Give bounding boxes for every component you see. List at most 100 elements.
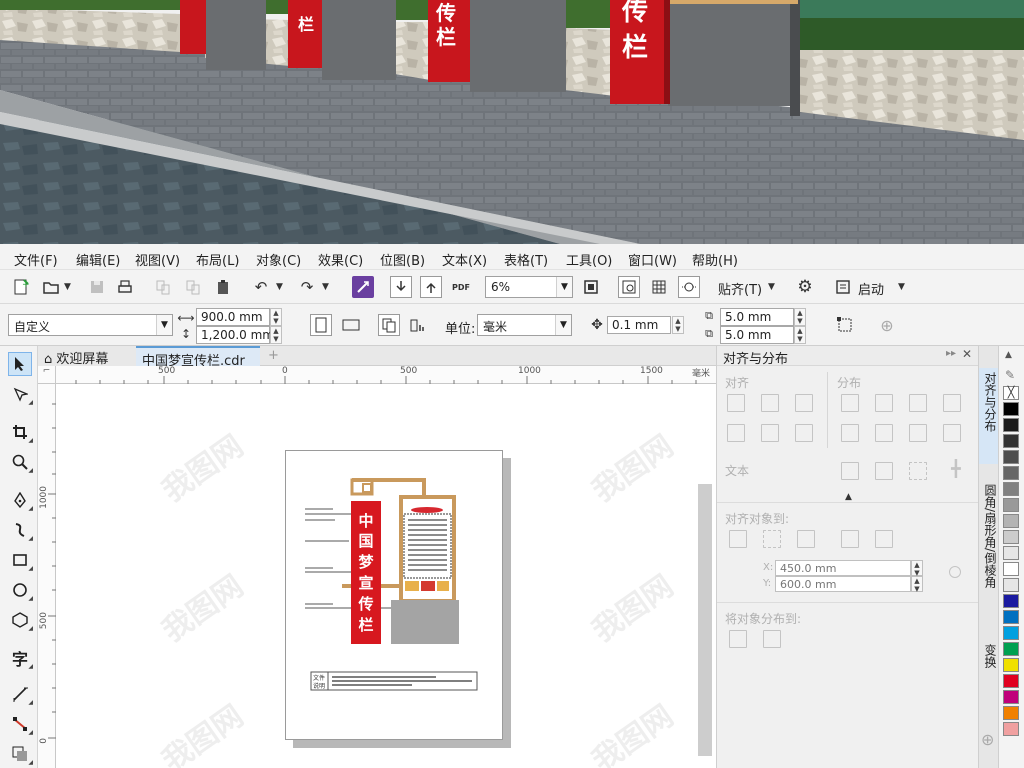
crop-tool-icon[interactable]: ◢: [8, 420, 33, 444]
menu-window[interactable]: 窗口(W): [628, 250, 677, 269]
side-tab-fillet[interactable]: 圆角/扇形角/倒棱角: [979, 480, 999, 630]
vertical-scrollbar[interactable]: [698, 484, 712, 756]
align-bottom-icon[interactable]: [795, 424, 813, 442]
color-swatch[interactable]: [1003, 626, 1019, 640]
color-swatch[interactable]: [1003, 658, 1019, 672]
color-swatch[interactable]: [1003, 594, 1019, 608]
distribute-center-h-icon[interactable]: [875, 394, 893, 412]
align-guide-icon[interactable]: ╋: [951, 461, 969, 480]
duplicate-x-spinner[interactable]: ▲ ▼: [794, 308, 806, 326]
color-swatch[interactable]: [1003, 434, 1019, 448]
units-combo[interactable]: 毫米 ▼: [477, 314, 572, 336]
palette-scroll-up-icon[interactable]: ▲: [1005, 350, 1012, 360]
align-top-icon[interactable]: [727, 424, 745, 442]
text-bounding-box-icon[interactable]: [909, 462, 927, 480]
color-swatch[interactable]: [1003, 610, 1019, 624]
align-to-grid-icon[interactable]: [841, 530, 859, 548]
drop-shadow-tool-icon[interactable]: ◢: [8, 742, 33, 766]
cut-icon[interactable]: [152, 276, 174, 298]
color-swatch[interactable]: [1003, 450, 1019, 464]
landscape-icon[interactable]: [340, 314, 362, 336]
no-fill-swatch[interactable]: ╳: [1003, 386, 1019, 400]
parallel-dimension-tool-icon[interactable]: ◢: [8, 682, 33, 706]
launch-dropdown-icon[interactable]: ▼: [898, 282, 905, 292]
page-width-spinner[interactable]: ▲ ▼: [270, 308, 282, 326]
menu-file[interactable]: 文件(F): [14, 250, 58, 269]
redo-icon[interactable]: ↷: [296, 276, 318, 298]
side-tab-align-distribute[interactable]: 对齐与分布: [979, 368, 999, 464]
polygon-tool-icon[interactable]: ◢: [8, 608, 33, 632]
paste-icon[interactable]: [212, 276, 234, 298]
menu-edit[interactable]: 编辑(E): [76, 250, 120, 269]
pick-tool-icon[interactable]: [8, 352, 32, 376]
launch-app-icon[interactable]: [832, 276, 854, 298]
align-left-icon[interactable]: [727, 394, 745, 412]
zoom-tool-icon[interactable]: ◢: [8, 450, 33, 474]
menu-object[interactable]: 对象(C): [256, 250, 301, 269]
all-pages-icon[interactable]: [378, 314, 400, 336]
distribute-center-v-icon[interactable]: [875, 424, 893, 442]
color-swatch[interactable]: [1003, 514, 1019, 528]
menu-table[interactable]: 表格(T): [504, 250, 548, 269]
print-icon[interactable]: [114, 276, 136, 298]
color-swatch[interactable]: [1003, 482, 1019, 496]
color-swatch[interactable]: [1003, 466, 1019, 480]
nudge-distance-field[interactable]: 0.1 mm: [607, 316, 671, 334]
options-gear-icon[interactable]: ⚙: [794, 276, 816, 298]
show-guidelines-icon[interactable]: [678, 276, 700, 298]
add-docker-icon[interactable]: ⊕: [981, 730, 994, 749]
show-grid-icon[interactable]: [648, 276, 670, 298]
docker-close-icon[interactable]: ✕: [962, 347, 972, 361]
text-last-baseline-icon[interactable]: [875, 462, 893, 480]
portrait-icon[interactable]: [310, 314, 332, 336]
duplicate-y-spinner[interactable]: ▲ ▼: [794, 326, 806, 344]
open-folder-icon[interactable]: [40, 276, 62, 298]
rectangle-tool-icon[interactable]: ◢: [8, 548, 33, 572]
export-icon[interactable]: [420, 276, 442, 298]
undo-dropdown-icon[interactable]: ▼: [276, 282, 283, 292]
color-swatch[interactable]: [1003, 642, 1019, 656]
docker-expand-icon[interactable]: ▸▸: [946, 348, 956, 359]
color-swatch[interactable]: [1003, 690, 1019, 704]
align-x-spinner[interactable]: ▲ ▼: [911, 560, 923, 577]
launch-label[interactable]: 启动: [858, 279, 884, 298]
pick-point-icon[interactable]: [949, 566, 961, 578]
side-tab-transform[interactable]: 变换: [979, 640, 999, 690]
nudge-spinner[interactable]: ▲ ▼: [672, 316, 684, 334]
align-to-point-icon[interactable]: [875, 530, 893, 548]
align-y-spinner[interactable]: ▲ ▼: [911, 576, 923, 593]
align-to-active-object-icon[interactable]: [729, 530, 747, 548]
publish-pdf-icon[interactable]: PDF: [450, 276, 472, 298]
page-width-field[interactable]: 900.0 mm: [196, 308, 270, 326]
drawing-canvas[interactable]: 我图网 我图网 我图网 我图网 我图网 我图网 中 国 梦 宣 传 栏 文件 说…: [56, 384, 716, 768]
vertical-ruler[interactable]: 1000 500 0: [38, 384, 56, 768]
tab-welcome-screen[interactable]: ⌂ 欢迎屏幕: [38, 346, 136, 367]
show-rulers-icon[interactable]: [618, 276, 640, 298]
collapse-section-icon[interactable]: ▲: [845, 492, 852, 502]
align-x-field[interactable]: 450.0 mm: [775, 560, 911, 576]
units-dropdown-icon[interactable]: ▼: [555, 315, 571, 335]
pen-tool-icon[interactable]: ◢: [8, 488, 33, 512]
page-size-preset[interactable]: 自定义 ▼: [8, 314, 173, 336]
zoom-dropdown-icon[interactable]: ▼: [556, 277, 572, 297]
color-swatch[interactable]: [1003, 402, 1019, 416]
menu-effects[interactable]: 效果(C): [318, 250, 363, 269]
snap-dropdown-icon[interactable]: ▼: [768, 282, 775, 292]
align-center-horizontal-icon[interactable]: [761, 394, 779, 412]
zoom-level-combo[interactable]: 6% ▼: [485, 276, 573, 298]
horizontal-ruler[interactable]: 500 0 500 1000 1500 毫米: [56, 366, 716, 384]
color-swatch[interactable]: [1003, 530, 1019, 544]
distribute-to-page-icon[interactable]: [763, 630, 781, 648]
tab-document[interactable]: 中国梦宣传栏.cdr: [136, 346, 260, 369]
menu-help[interactable]: 帮助(H): [692, 250, 738, 269]
distribute-bottom-icon[interactable]: [943, 424, 961, 442]
align-to-page-edge-icon[interactable]: [763, 530, 781, 548]
menu-text[interactable]: 文本(X): [442, 250, 487, 269]
new-tab-button[interactable]: +: [262, 346, 279, 366]
color-swatch[interactable]: [1003, 546, 1019, 560]
copy-icon[interactable]: [182, 276, 204, 298]
ruler-origin[interactable]: ⌐: [38, 366, 56, 384]
distribute-right-icon[interactable]: [943, 394, 961, 412]
color-swatch[interactable]: [1003, 674, 1019, 688]
current-page-icon[interactable]: [406, 314, 428, 336]
